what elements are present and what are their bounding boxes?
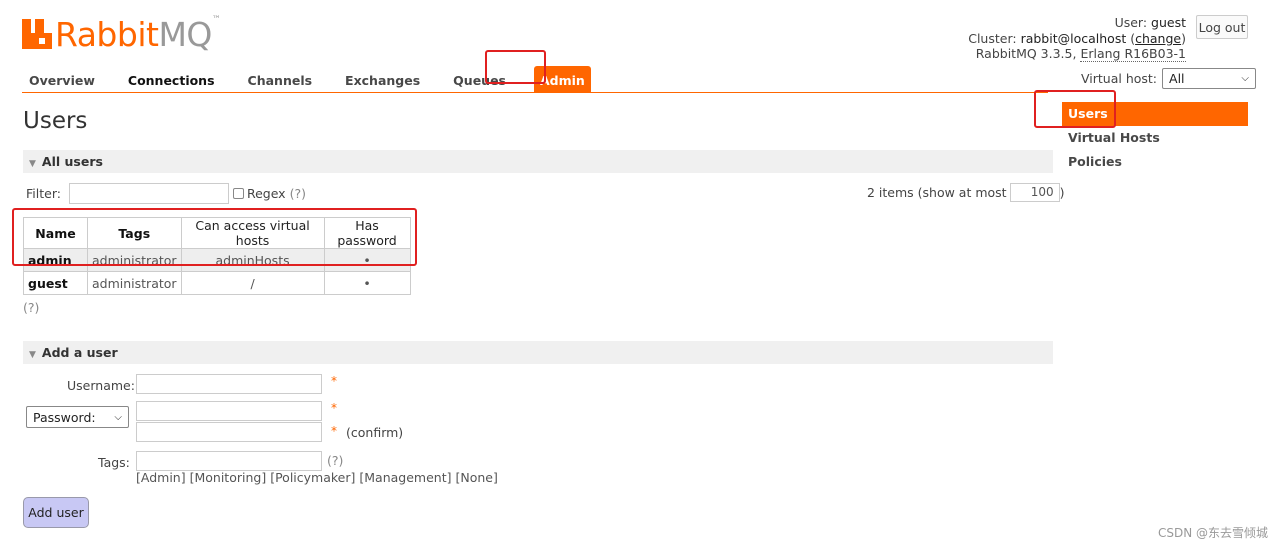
required-mark: * [331,401,337,415]
tags-label: Tags: [98,455,130,470]
users-table: Name Tags Can access virtual hosts Has p… [23,217,411,295]
user-vhosts-cell: / [180,271,325,295]
all-users-title: All users [41,154,103,169]
confirm-label: (confirm) [346,425,404,440]
column-header-vhosts: Can access virtual hosts [180,217,325,249]
erlang-version: Erlang R16B03-1 [1080,46,1186,62]
rabbitmq-logo: RabbitMQ™ [22,14,221,54]
items-count-text: 2 items (show at most [867,185,1007,200]
tab-queues[interactable]: Queues [453,66,506,92]
virtual-host-select[interactable]: All ⌵ [1162,68,1257,89]
user-name-cell[interactable]: admin [23,248,88,272]
virtual-host-label: Virtual host: [1081,71,1158,86]
chevron-down-icon: ⌵ [114,411,122,423]
column-header-name[interactable]: Name [23,217,88,249]
table-row[interactable]: guest administrator / • [23,271,411,295]
tab-channels[interactable]: Channels [248,66,313,92]
chevron-down-icon: ⌵ [1241,73,1250,84]
user-value: guest [1151,15,1186,30]
items-count-close: ) [1059,185,1065,200]
user-label: User: [1114,15,1148,30]
collapse-triangle-icon: ▼ [29,159,36,169]
regex-help-link[interactable]: (?) [290,186,306,201]
cluster-label: Cluster: [968,30,1017,46]
filter-input[interactable] [68,183,229,204]
tag-option-management[interactable]: [Management] [359,470,451,485]
password-input[interactable] [136,401,322,421]
filter-label: Filter: [26,186,61,201]
add-user-section-header[interactable]: ▼ Add a user [23,341,1053,364]
user-tags-cell: administrator [87,271,182,295]
table-header-row: Name Tags Can access virtual hosts Has p… [23,217,411,249]
tags-input[interactable] [136,451,322,471]
rabbit-logo-icon [22,19,52,49]
password-confirm-input[interactable] [136,422,322,442]
user-has-password-cell: • [323,248,411,272]
required-mark: * [331,374,337,388]
main-nav-tabs: Overview Connections Channels Exchanges … [22,66,1048,93]
tag-option-monitoring[interactable]: [Monitoring] [190,470,267,485]
required-mark: * [331,424,337,438]
sidenav-item-users[interactable]: Users [1062,102,1248,126]
header-info: User: guest Cluster: rabbit@localhost (c… [968,15,1186,62]
all-users-section-header[interactable]: ▼ All users [23,150,1053,173]
regex-checkbox[interactable] [232,188,244,199]
admin-sidenav: Users Virtual Hosts Policies [1062,102,1248,174]
user-name-cell[interactable]: guest [23,271,88,295]
logout-button[interactable]: Log out [1196,15,1248,39]
user-vhosts-cell: adminHosts [180,248,325,272]
tags-help-link[interactable]: (?) [327,453,343,468]
tab-exchanges[interactable]: Exchanges [345,66,420,92]
watermark: CSDN @东去雪倾城 [1157,526,1268,540]
users-help-link[interactable]: (?) [23,300,39,315]
cluster-value: rabbit@localhost [1020,30,1127,46]
add-user-button[interactable]: Add user [23,497,89,528]
regex-label: Regex [246,186,286,201]
column-header-has-password: Has password [323,217,411,249]
collapse-triangle-icon: ▼ [29,350,36,360]
page-title: Users [23,108,88,134]
password-type-select[interactable]: Password: ⌵ [26,406,129,428]
user-has-password-cell: • [323,271,411,295]
password-type-value: Password: [33,409,96,425]
username-label: Username: [67,378,135,393]
username-input[interactable] [136,374,322,394]
add-user-title: Add a user [41,345,118,360]
tag-option-none[interactable]: [None] [455,470,497,485]
items-count: 2 items (show at most 100 ) [867,183,1064,202]
user-tags-cell: administrator [87,248,182,272]
tag-option-admin[interactable]: [Admin] [136,470,186,485]
tag-options: [Admin] [Monitoring] [Policymaker] [Managem… [136,470,502,485]
sidenav-item-virtual-hosts[interactable]: Virtual Hosts [1062,126,1248,150]
sidenav-item-policies[interactable]: Policies [1062,150,1248,174]
virtual-host-value: All [1169,71,1185,86]
version-text: RabbitMQ 3.3.5, [975,46,1077,61]
logo-text: RabbitMQ™ [55,14,221,54]
column-header-tags[interactable]: Tags [87,217,182,249]
items-max-input[interactable]: 100 [1009,183,1060,202]
virtual-host-selector: Virtual host: All ⌵ [1081,68,1257,89]
change-cluster-link[interactable]: change [1135,31,1181,46]
tab-overview[interactable]: Overview [29,66,95,92]
table-row[interactable]: admin administrator adminHosts • [23,248,411,272]
tag-option-policymaker[interactable]: [Policymaker] [270,470,355,485]
tab-admin[interactable]: Admin [534,66,591,92]
tab-connections[interactable]: Connections [128,66,215,92]
filter-row: Filter: Regex (?) [26,183,306,204]
